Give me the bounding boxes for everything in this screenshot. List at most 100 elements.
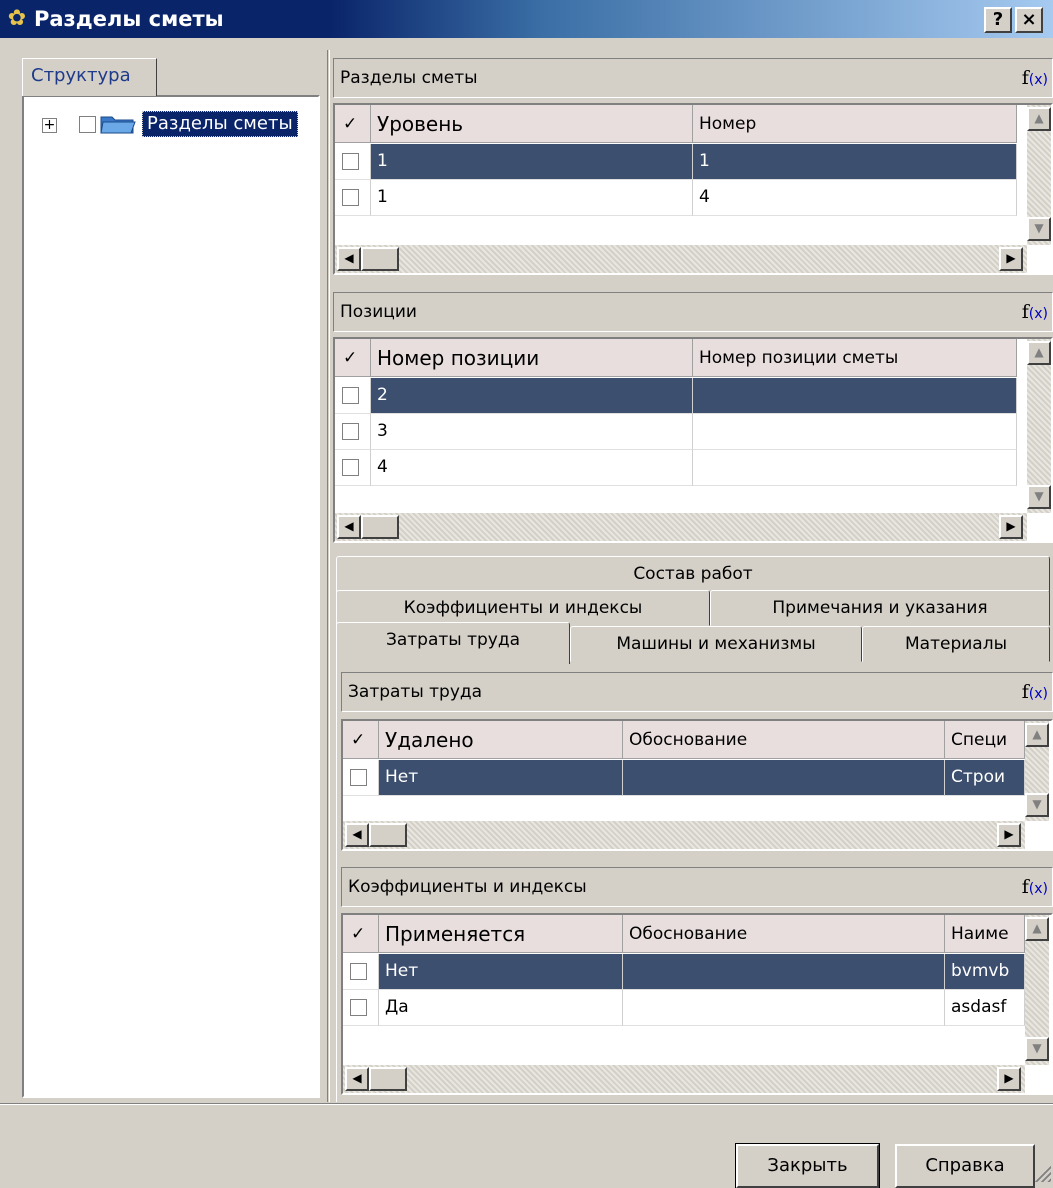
scroll-up-icon[interactable]: ▲ [1027,107,1051,131]
row-checkbox[interactable] [350,999,367,1016]
scroll-right-icon[interactable]: ▶ [999,515,1023,539]
check-column-header[interactable]: ✓ [335,339,371,377]
scroll-left-icon[interactable]: ◀ [345,823,369,847]
table-row[interactable]: Да asdasf [343,990,1025,1026]
horizontal-scrollbar[interactable]: ◀ ▶ [335,245,1027,273]
fx-button[interactable]: f(x) [1022,293,1048,333]
vertical-scrollbar[interactable]: ▲ ▼ [1025,721,1049,821]
tab-machines-mechanisms[interactable]: Машины и механизмы [570,626,862,662]
sections-panel-title: Разделы сметы [340,68,478,88]
scroll-down-icon[interactable]: ▼ [1027,485,1051,509]
table-row[interactable]: 1 1 [335,144,1017,180]
cell-specialty: Строи [945,760,1025,796]
cell-basis [623,990,945,1026]
row-checkbox[interactable] [342,387,359,404]
cell-estimate-number [693,414,1017,450]
horizontal-scrollbar[interactable]: ◀ ▶ [343,1065,1025,1093]
table-row[interactable]: Нет Строи [343,760,1025,796]
table-row[interactable]: 2 [335,378,1017,414]
labor-grid[interactable]: ✓ Удалено Обоснование Специ Нет Строи ▲ … [341,719,1053,851]
sections-grid[interactable]: ✓ Уровень Номер 1 1 1 4 ▲ ▼ ◀ ▶ [333,103,1053,275]
column-header-basis[interactable]: Обоснование [623,915,945,953]
scroll-down-icon[interactable]: ▼ [1027,217,1051,241]
scroll-thumb[interactable] [369,823,407,847]
horizontal-scrollbar[interactable]: ◀ ▶ [335,513,1027,541]
scroll-up-icon[interactable]: ▲ [1025,723,1049,747]
vertical-scrollbar[interactable]: ▲ ▼ [1025,915,1049,1065]
row-checkbox[interactable] [342,459,359,476]
positions-panel-header: Позиции f(x) [333,292,1053,332]
vertical-scrollbar[interactable]: ▲ ▼ [1027,339,1051,513]
tree-expand-icon[interactable]: + [42,118,57,133]
column-header-name[interactable]: Наиме [945,915,1025,953]
tab-labor-costs[interactable]: Затраты труда [336,622,570,664]
column-header-basis[interactable]: Обоснование [623,721,945,759]
table-row[interactable]: Нет bvmvb [343,954,1025,990]
column-header-specialty[interactable]: Специ [945,721,1025,759]
fx-button[interactable]: f(x) [1022,868,1048,908]
close-caption-button[interactable]: × [1015,7,1043,33]
row-checkbox[interactable] [350,963,367,980]
bottom-separator [0,1103,1053,1105]
scroll-up-icon[interactable]: ▲ [1025,917,1049,941]
fx-button[interactable]: f(x) [1022,59,1048,99]
column-header-number[interactable]: Номер [693,105,1017,143]
row-checkbox[interactable] [342,153,359,170]
folder-icon [100,116,136,134]
row-checkbox[interactable] [350,769,367,786]
close-button[interactable]: Закрыть [735,1143,880,1188]
scroll-left-icon[interactable]: ◀ [337,515,361,539]
structure-tree[interactable]: + Разделы сметы [22,95,320,1098]
scroll-down-icon[interactable]: ▼ [1025,793,1049,817]
scroll-down-icon[interactable]: ▼ [1025,1037,1049,1061]
column-header-applied[interactable]: Применяется [379,915,623,953]
coefficients-grid[interactable]: ✓ Применяется Обоснование Наиме Нет bvmv… [341,913,1053,1095]
table-row[interactable]: 1 4 [335,180,1017,216]
help-button[interactable]: Справка [895,1144,1035,1188]
column-header-level[interactable]: Уровень [371,105,693,143]
cell-number: 4 [693,180,1017,216]
cell-position-number: 4 [371,450,693,486]
scroll-right-icon[interactable]: ▶ [999,247,1023,271]
resize-grip-icon[interactable] [1033,1164,1051,1182]
tab-coefficients-indexes[interactable]: Коэффициенты и индексы [336,590,710,626]
row-checkbox[interactable] [342,189,359,206]
tree-item-estimate-sections[interactable]: Разделы сметы [142,111,298,137]
check-column-header[interactable]: ✓ [335,105,371,143]
scroll-thumb[interactable] [369,1067,407,1091]
tab-notes-instructions[interactable]: Примечания и указания [710,590,1050,626]
tab-work-composition[interactable]: Состав работ [336,556,1050,592]
column-header-deleted[interactable]: Удалено [379,721,623,759]
scroll-thumb[interactable] [361,247,399,271]
app-icon: ✿ [7,6,27,31]
splitter[interactable] [327,50,330,1102]
labor-panel-header: Затраты труда f(x) [341,672,1053,712]
fx-button[interactable]: f(x) [1022,673,1048,713]
column-header-position-number[interactable]: Номер позиции [371,339,693,377]
scroll-right-icon[interactable]: ▶ [997,823,1021,847]
cell-position-number: 2 [371,378,693,414]
help-caption-button[interactable]: ? [984,7,1012,33]
check-column-header[interactable]: ✓ [343,721,379,759]
scroll-thumb[interactable] [361,515,399,539]
tab-materials[interactable]: Материалы [862,626,1050,662]
scroll-left-icon[interactable]: ◀ [337,247,361,271]
table-row[interactable]: 3 [335,414,1017,450]
cell-level: 1 [371,180,693,216]
cell-applied: Да [379,990,623,1026]
positions-grid[interactable]: ✓ Номер позиции Номер позиции сметы 2 3 … [333,337,1053,543]
cell-applied: Нет [379,954,623,990]
scroll-right-icon[interactable]: ▶ [997,1067,1021,1091]
vertical-scrollbar[interactable]: ▲ ▼ [1027,105,1051,245]
scroll-up-icon[interactable]: ▲ [1027,341,1051,365]
horizontal-scrollbar[interactable]: ◀ ▶ [343,821,1025,849]
cell-position-number: 3 [371,414,693,450]
tab-structure[interactable]: Структура [22,58,157,96]
check-column-header[interactable]: ✓ [343,915,379,953]
coefficients-panel-title: Коэффициенты и индексы [348,877,587,897]
tree-checkbox[interactable] [79,116,96,133]
column-header-estimate-position-number[interactable]: Номер позиции сметы [693,339,1017,377]
scroll-left-icon[interactable]: ◀ [345,1067,369,1091]
row-checkbox[interactable] [342,423,359,440]
table-row[interactable]: 4 [335,450,1017,486]
